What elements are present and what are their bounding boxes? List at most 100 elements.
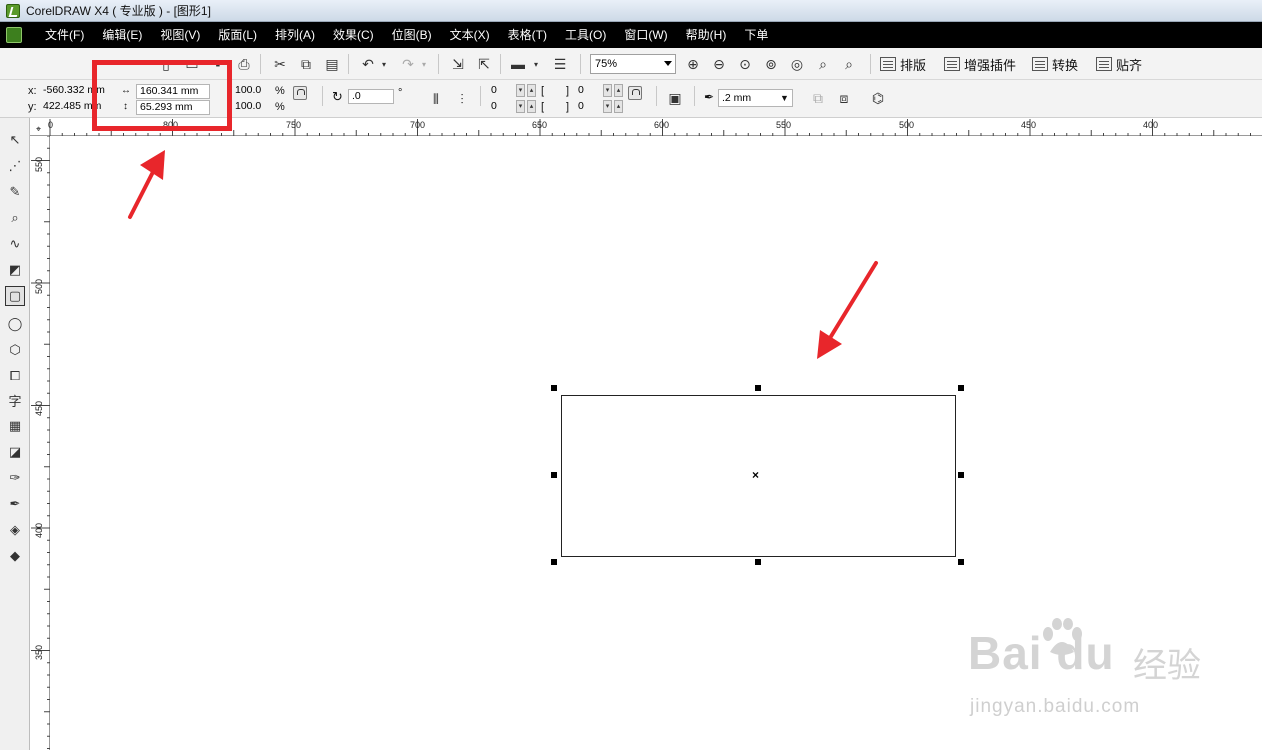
scale-x-field[interactable]: 100.0 <box>232 84 270 99</box>
typeset-button[interactable]: 排版 <box>880 54 926 74</box>
spin-down-icon[interactable]: ▾ <box>516 100 525 113</box>
shape-tool-icon[interactable]: ⋰ <box>5 156 25 176</box>
zoom-level-select[interactable]: 75% <box>590 54 676 74</box>
zoom-in-icon[interactable]: ⊕ <box>683 54 703 74</box>
selection-handle-bottom-left[interactable] <box>551 559 557 565</box>
rectangle-tool-icon[interactable]: ▢ <box>5 286 25 306</box>
polygon-tool-icon[interactable]: ⬡ <box>5 340 25 360</box>
enhance-plugins-button[interactable]: 增强插件 <box>944 54 1016 74</box>
export-icon[interactable]: ⇱ <box>474 54 494 74</box>
zoom-selected-icon[interactable]: ⊙ <box>735 54 755 74</box>
coreldraw-window: CorelDRAW X4 ( 专业版 ) - [图形1] 文件(F) 编辑(E)… <box>0 0 1262 750</box>
corner-radius-bottom-left[interactable]: 0 <box>488 100 514 115</box>
print-icon[interactable]: ⎙ <box>234 54 254 74</box>
selection-handle-bottom-right[interactable] <box>958 559 964 565</box>
enhance-plugins-icon <box>944 57 960 71</box>
zoom-page-height-icon[interactable]: ⌕ <box>839 54 859 74</box>
undo-icon[interactable]: ↶ <box>358 54 378 74</box>
crop-tool-icon[interactable]: ✎ <box>5 182 25 202</box>
spin-down-icon[interactable]: ▾ <box>603 100 612 113</box>
fill-tool-icon[interactable]: ◈ <box>5 520 25 540</box>
ruler-label: 400 <box>1143 120 1159 130</box>
zoom-tool-icon[interactable]: ⌕ <box>5 208 25 228</box>
paste-icon[interactable]: ▤ <box>322 54 342 74</box>
selection-handle-top[interactable] <box>755 385 761 391</box>
menu-arrange[interactable]: 排列(A) <box>266 22 324 48</box>
selection-handle-left[interactable] <box>551 472 557 478</box>
menu-layout[interactable]: 版面(L) <box>209 22 266 48</box>
corner-radius-bottom-right[interactable]: 0 <box>575 100 601 115</box>
pick-tool-icon[interactable]: ↖ <box>5 130 25 150</box>
toolbar-divider <box>348 54 349 74</box>
ruler-origin-icon[interactable]: ⌖ <box>36 122 41 136</box>
lock-ratio-icon[interactable] <box>293 86 307 100</box>
outline-tool-icon[interactable]: ✒ <box>5 494 25 514</box>
menu-window[interactable]: 窗口(W) <box>615 22 676 48</box>
corner-radius-top-right[interactable]: 0 <box>575 84 601 99</box>
mirror-vertical-icon[interactable]: ⫶ <box>452 89 472 109</box>
welcome-screen-icon[interactable]: ☰ <box>550 54 570 74</box>
freehand-tool-icon[interactable]: ∿ <box>5 234 25 254</box>
baidu-paw-logo <box>1043 618 1082 655</box>
menu-help[interactable]: 帮助(H) <box>677 22 736 48</box>
eyedropper-tool-icon[interactable]: ✑ <box>5 468 25 488</box>
convert-button[interactable]: 转换 <box>1032 54 1078 74</box>
zoom-page-width-icon[interactable]: ⌕ <box>813 54 833 74</box>
ruler-label: 450 <box>1021 120 1037 130</box>
basic-shapes-tool-icon[interactable]: ⧠ <box>5 366 25 386</box>
corner-lock-icon[interactable] <box>628 86 642 100</box>
spin-up-icon[interactable]: ▴ <box>614 84 623 97</box>
menu-table[interactable]: 表格(T) <box>499 22 556 48</box>
zoom-out-icon[interactable]: ⊖ <box>709 54 729 74</box>
ellipse-tool-icon[interactable]: ◯ <box>5 314 25 334</box>
vertical-ruler: 550 500 450 400 350 <box>30 135 50 750</box>
mirror-horizontal-icon[interactable]: ⫴ <box>426 89 446 109</box>
spin-up-icon[interactable]: ▴ <box>527 84 536 97</box>
redo-dropdown-icon[interactable]: ▾ <box>418 54 430 74</box>
import-icon[interactable]: ⇲ <box>448 54 468 74</box>
selection-handle-top-right[interactable] <box>958 385 964 391</box>
selection-handle-right[interactable] <box>958 472 964 478</box>
menu-file[interactable]: 文件(F) <box>36 22 93 48</box>
menu-edit[interactable]: 编辑(E) <box>93 22 151 48</box>
cut-icon[interactable]: ✂ <box>270 54 290 74</box>
menu-order[interactable]: 下单 <box>735 22 777 48</box>
rotation-angle-field[interactable]: .0 <box>348 89 394 104</box>
to-front-icon[interactable]: ⧉ <box>808 88 828 108</box>
spin-up-icon[interactable]: ▴ <box>614 100 623 113</box>
menu-text[interactable]: 文本(X) <box>441 22 499 48</box>
text-tool-icon[interactable]: 字 <box>5 390 25 410</box>
menu-effects[interactable]: 效果(C) <box>324 22 383 48</box>
convert-to-curves-icon[interactable]: ⌬ <box>868 88 888 108</box>
blend-tool-icon[interactable]: ◪ <box>5 442 25 462</box>
redo-icon[interactable]: ↷ <box>398 54 418 74</box>
document-icon[interactable] <box>6 27 22 43</box>
spin-up-icon[interactable]: ▴ <box>527 100 536 113</box>
application-launcher-icon[interactable]: ▬ <box>508 54 528 74</box>
zoom-page-icon[interactable]: ◎ <box>787 54 807 74</box>
menu-tools[interactable]: 工具(O) <box>556 22 615 48</box>
selection-handle-top-left[interactable] <box>551 385 557 391</box>
interactive-fill-tool-icon[interactable]: ◆ <box>5 546 25 566</box>
spin-down-icon[interactable]: ▾ <box>516 84 525 97</box>
to-back-icon[interactable]: ⧈ <box>834 88 854 108</box>
menu-bar: 文件(F) 编辑(E) 视图(V) 版面(L) 排列(A) 效果(C) 位图(B… <box>0 22 1262 48</box>
launcher-dropdown-icon[interactable]: ▾ <box>530 54 542 74</box>
spin-down-icon[interactable]: ▾ <box>603 84 612 97</box>
smart-fill-tool-icon[interactable]: ◩ <box>5 260 25 280</box>
menu-bitmaps[interactable]: 位图(B) <box>383 22 441 48</box>
copy-icon[interactable]: ⧉ <box>296 54 316 74</box>
window-title: CorelDRAW X4 ( 专业版 ) - [图形1] <box>26 4 211 18</box>
typeset-icon <box>880 57 896 71</box>
menu-view[interactable]: 视图(V) <box>151 22 209 48</box>
wrap-text-icon[interactable]: ▣ <box>665 88 685 108</box>
undo-dropdown-icon[interactable]: ▾ <box>378 54 390 74</box>
toolbar-divider <box>260 54 261 74</box>
rotation-center-icon[interactable]: × <box>752 469 759 481</box>
corner-radius-top-left[interactable]: 0 <box>488 84 514 99</box>
table-tool-icon[interactable]: ▦ <box>5 416 25 436</box>
scale-y-field[interactable]: 100.0 <box>232 100 270 115</box>
selection-handle-bottom[interactable] <box>755 559 761 565</box>
zoom-all-objects-icon[interactable]: ⊚ <box>761 54 781 74</box>
snap-button[interactable]: 贴齐 <box>1096 54 1142 74</box>
